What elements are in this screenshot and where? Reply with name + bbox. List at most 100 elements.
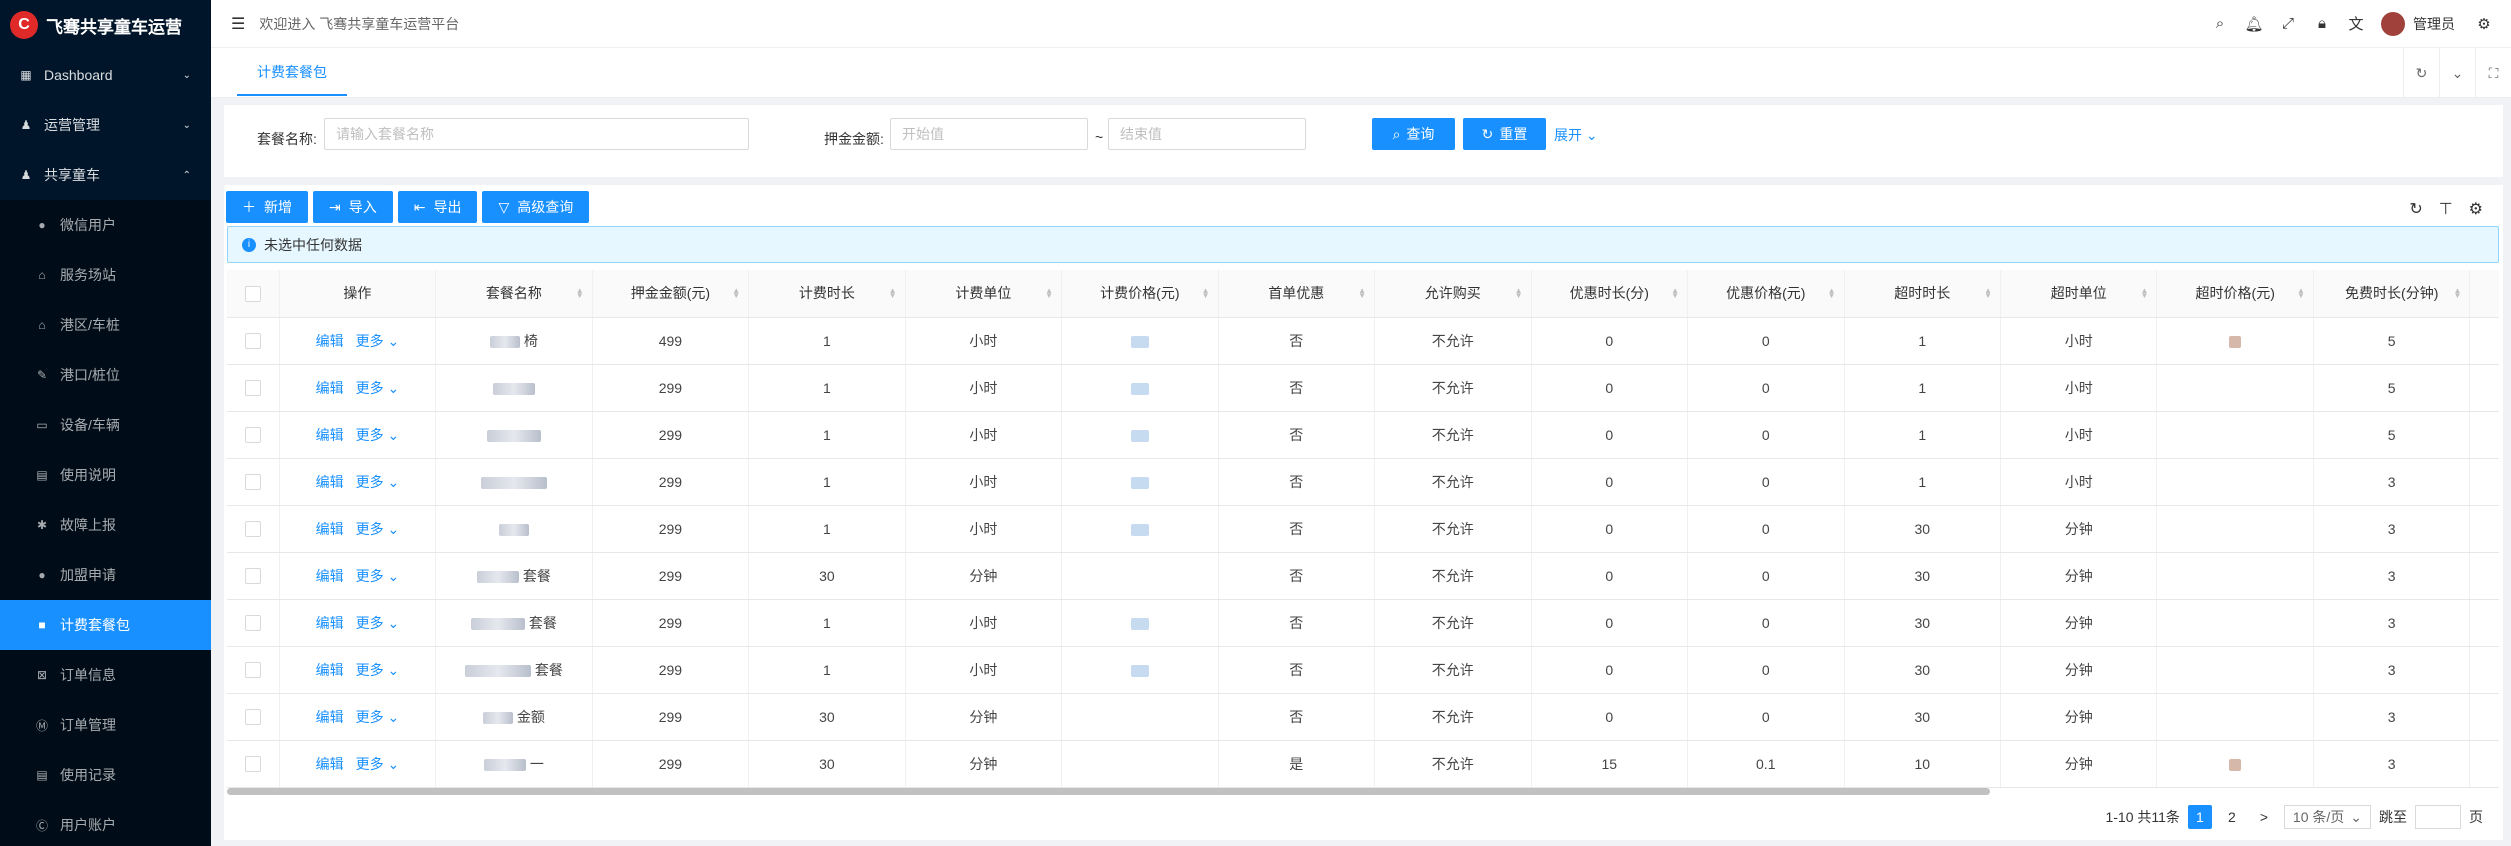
sort-icon[interactable]: ▲ ▼: [1515, 287, 1523, 300]
select-all-checkbox[interactable]: [244, 285, 261, 302]
chevron-down-icon[interactable]: ⌄: [2439, 48, 2475, 98]
sort-icon[interactable]: ▲ ▼: [1045, 287, 1053, 300]
fullscreen-icon[interactable]: ⤢: [2271, 15, 2305, 32]
more-link[interactable]: 更多 ⌄: [356, 756, 400, 772]
sidebar-item-6[interactable]: ✎ 港口/桩位: [0, 350, 211, 400]
lock-icon[interactable]: 🔒︎: [2305, 15, 2339, 32]
next-page-icon[interactable]: >: [2252, 805, 2276, 829]
column-height-icon[interactable]: ⊤: [2439, 199, 2453, 219]
avatar[interactable]: [2381, 11, 2405, 36]
page-size-select[interactable]: 10 条/页 ⌄: [2283, 805, 2371, 829]
sidebar-item-2[interactable]: ♟ 共享童车 ⌃: [0, 150, 211, 200]
sort-icon[interactable]: ▲ ▼: [1671, 287, 1679, 300]
edit-link[interactable]: 编辑: [316, 427, 344, 443]
translate-icon[interactable]: 文: [2339, 13, 2373, 34]
sidebar-item-0[interactable]: ▦ Dashboard ⌄: [0, 50, 211, 100]
expand-icon[interactable]: ⛶: [2475, 48, 2511, 98]
sidebar-item-12[interactable]: ⊠ 订单信息: [0, 650, 211, 700]
sidebar-item-3[interactable]: ● 微信用户: [0, 200, 211, 250]
row-checkbox[interactable]: [244, 333, 261, 350]
sort-icon[interactable]: ▲ ▼: [2297, 287, 2305, 300]
column-header-8[interactable]: 优惠时长(分) ▲ ▼: [1531, 270, 1689, 318]
more-link[interactable]: 更多 ⌄: [356, 333, 400, 349]
package-name-input[interactable]: 请输入套餐名称: [324, 118, 749, 150]
import-button[interactable]: ⇥ 导入: [313, 191, 393, 223]
sort-icon[interactable]: ▲ ▼: [1828, 287, 1836, 300]
export-button[interactable]: ⇤ 导出: [397, 191, 478, 223]
column-header-14[interactable]: 封顶金额(元)▲▼: [2469, 270, 2499, 318]
sidebar-item-14[interactable]: ▤ 使用记录: [0, 750, 211, 800]
edit-link[interactable]: 编辑: [316, 333, 344, 349]
column-header-4[interactable]: 计费单位 ▲ ▼: [905, 270, 1063, 318]
sidebar-item-11[interactable]: ■ 计费套餐包: [0, 600, 211, 650]
edit-link[interactable]: 编辑: [316, 756, 344, 772]
sidebar-item-1[interactable]: ♟ 运营管理 ⌄: [0, 100, 211, 150]
goto-page-input[interactable]: [2415, 805, 2461, 829]
bell-icon[interactable]: 🔔︎: [2237, 15, 2271, 33]
column-header-11[interactable]: 超时单位 ▲ ▼: [2000, 270, 2158, 318]
sort-icon[interactable]: ▲ ▼: [2141, 287, 2149, 300]
column-header-10[interactable]: 超时时长 ▲ ▼: [1844, 270, 2001, 318]
row-checkbox[interactable]: [244, 756, 261, 773]
row-checkbox[interactable]: [244, 474, 261, 491]
edit-link[interactable]: 编辑: [316, 615, 344, 631]
chevron-icon[interactable]: ⌃: [183, 170, 191, 181]
deposit-start-input[interactable]: 开始值: [890, 118, 1088, 150]
reload-icon[interactable]: ↻: [2409, 199, 2422, 219]
column-header-13[interactable]: 免费时长(分钟) ▲ ▼: [2313, 270, 2471, 318]
column-header-5[interactable]: 计费价格(元) ▲ ▼: [1061, 270, 1219, 318]
query-button[interactable]: ⌕ 查询: [1372, 118, 1455, 150]
more-link[interactable]: 更多 ⌄: [356, 568, 400, 584]
sidebar-item-13[interactable]: Ⓜ 订单管理: [0, 700, 211, 750]
edit-link[interactable]: 编辑: [316, 662, 344, 678]
sort-icon[interactable]: ▲ ▼: [889, 287, 897, 300]
more-link[interactable]: 更多 ⌄: [356, 662, 400, 678]
row-checkbox[interactable]: [244, 662, 261, 679]
column-header-3[interactable]: 计费时长 ▲ ▼: [748, 270, 906, 318]
sort-icon[interactable]: ▲ ▼: [1202, 287, 1210, 300]
page-1[interactable]: 1: [2187, 805, 2212, 829]
row-checkbox[interactable]: [244, 427, 261, 444]
sidebar-item-5[interactable]: ⌂ 港区/车桩: [0, 300, 211, 350]
sidebar-item-4[interactable]: ⌂ 服务场站: [0, 250, 211, 300]
edit-link[interactable]: 编辑: [316, 521, 344, 537]
advanced-query-button[interactable]: ▽ 高级查询: [482, 191, 590, 223]
settings-icon[interactable]: ⚙: [2467, 15, 2501, 33]
expand-link[interactable]: 展开 ⌄: [1554, 125, 1598, 145]
more-link[interactable]: 更多 ⌄: [356, 474, 400, 490]
edit-link[interactable]: 编辑: [316, 568, 344, 584]
row-checkbox[interactable]: [244, 521, 261, 538]
column-header-9[interactable]: 优惠价格(元) ▲ ▼: [1687, 270, 1845, 318]
sidebar-item-10[interactable]: ● 加盟申请: [0, 550, 211, 600]
sort-icon[interactable]: ▲ ▼: [576, 287, 584, 300]
sidebar-item-7[interactable]: ▭ 设备/车辆: [0, 400, 211, 450]
row-checkbox[interactable]: [244, 709, 261, 726]
horizontal-scrollbar[interactable]: [227, 788, 1990, 795]
add-button[interactable]: ＋新增: [226, 191, 308, 223]
edit-link[interactable]: 编辑: [316, 709, 344, 725]
edit-link[interactable]: 编辑: [316, 380, 344, 396]
chevron-icon[interactable]: ⌄: [183, 120, 191, 131]
user-name[interactable]: 管理员: [2413, 14, 2455, 34]
more-link[interactable]: 更多 ⌄: [356, 709, 400, 725]
deposit-end-input[interactable]: 结束值: [1108, 118, 1306, 150]
sort-icon[interactable]: ▲ ▼: [2454, 287, 2462, 300]
sidebar-item-15[interactable]: Ⓒ 用户账户: [0, 800, 211, 846]
sort-icon[interactable]: ▲ ▼: [1358, 287, 1366, 300]
row-checkbox[interactable]: [244, 380, 261, 397]
tab-billing-package[interactable]: 计费套餐包: [237, 62, 347, 96]
sort-icon[interactable]: ▲ ▼: [732, 287, 740, 300]
row-checkbox[interactable]: [244, 568, 261, 585]
reset-button[interactable]: ↻ 重置: [1463, 118, 1546, 150]
sort-icon[interactable]: ▲ ▼: [1984, 287, 1992, 300]
more-link[interactable]: 更多 ⌄: [356, 521, 400, 537]
more-link[interactable]: 更多 ⌄: [356, 615, 400, 631]
menu-fold-icon[interactable]: ☰: [231, 14, 245, 34]
column-header-6[interactable]: 首单优惠 ▲ ▼: [1218, 270, 1376, 318]
refresh-icon[interactable]: ↻: [2403, 48, 2439, 98]
column-header-1[interactable]: 套餐名称 ▲ ▼: [435, 270, 593, 318]
search-icon[interactable]: ⌕: [2203, 15, 2237, 32]
column-header-12[interactable]: 超时价格(元) ▲ ▼: [2156, 270, 2314, 318]
row-checkbox[interactable]: [244, 615, 261, 632]
app-logo[interactable]: C 飞骞共享童车运营: [0, 0, 211, 50]
